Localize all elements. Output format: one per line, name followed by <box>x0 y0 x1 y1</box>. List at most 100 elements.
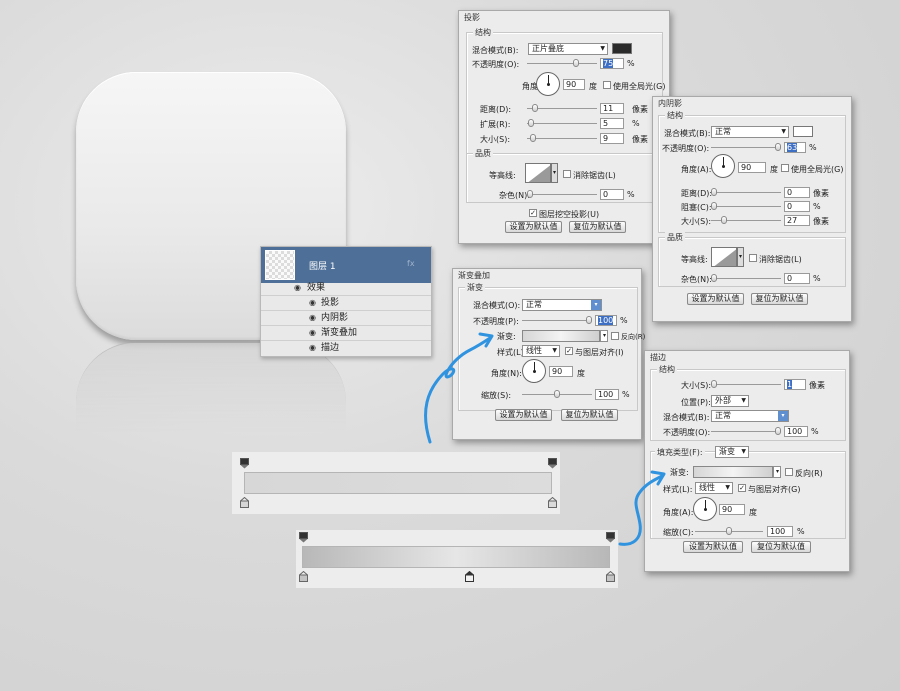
effects-row[interactable]: ◉ 效果 <box>261 281 431 296</box>
size-slider[interactable] <box>710 380 781 389</box>
scale-slider[interactable] <box>522 390 592 399</box>
distance-input[interactable]: 0 <box>784 187 810 198</box>
shadow-color-swatch[interactable] <box>793 126 813 137</box>
effect-gradient-overlay[interactable]: ◉ 渐变叠加 <box>261 326 431 341</box>
contour-dropdown-arrow-icon[interactable]: ▾ <box>737 247 744 267</box>
gradient-bar[interactable] <box>302 546 610 568</box>
slider-thumb[interactable] <box>726 527 732 535</box>
gradient-dropdown[interactable]: ▾ <box>773 466 781 478</box>
angle-input[interactable]: 90 <box>738 162 766 173</box>
distance-slider[interactable] <box>527 104 597 113</box>
choke-slider[interactable] <box>710 202 781 211</box>
reset-default-button[interactable]: 复位为默认值 <box>561 409 618 421</box>
color-stop-icon[interactable] <box>299 571 308 582</box>
align-checkbox[interactable]: ✓ <box>738 484 746 492</box>
size-slider[interactable] <box>711 216 781 225</box>
layer-row-selected[interactable]: 图层 1 fx <box>261 247 431 283</box>
slider-thumb[interactable] <box>775 427 782 435</box>
color-stop-icon[interactable] <box>548 497 557 508</box>
opacity-input[interactable]: 75 <box>600 58 624 69</box>
eye-icon[interactable]: ◉ <box>309 326 316 340</box>
opacity-slider[interactable] <box>711 143 782 152</box>
slider-thumb[interactable] <box>526 190 533 198</box>
fx-icon[interactable]: fx <box>407 259 415 268</box>
opacity-slider[interactable] <box>711 427 782 436</box>
spread-input[interactable]: 5 <box>600 118 624 129</box>
set-default-button[interactable]: 设置为默认值 <box>505 221 562 233</box>
eye-icon[interactable]: ◉ <box>309 311 316 325</box>
slider-thumb[interactable] <box>529 134 536 142</box>
gradient-preview[interactable] <box>522 330 600 342</box>
position-select[interactable]: 外部 ▼ <box>711 395 749 407</box>
effect-inner-shadow[interactable]: ◉ 内阴影 <box>261 311 431 326</box>
blend-mode-select[interactable]: 正常 ▾ <box>711 410 789 422</box>
blend-mode-select[interactable]: 正片叠底 ▼ <box>528 43 608 55</box>
reset-default-button[interactable]: 复位为默认值 <box>751 293 808 305</box>
contour-dropdown-arrow-icon[interactable]: ▾ <box>551 163 558 183</box>
eye-icon[interactable]: ◉ <box>309 296 316 310</box>
gradient-bar[interactable] <box>244 472 552 494</box>
opacity-slider[interactable] <box>522 316 593 325</box>
distance-input[interactable]: 11 <box>600 103 624 114</box>
slider-thumb[interactable] <box>532 104 539 112</box>
align-checkbox[interactable]: ✓ <box>565 347 573 355</box>
noise-input[interactable]: 0 <box>600 189 624 200</box>
opacity-input[interactable]: 100 <box>595 315 617 326</box>
size-input[interactable]: 9 <box>600 133 624 144</box>
slider-thumb[interactable] <box>554 390 560 398</box>
slider-thumb[interactable] <box>586 316 593 324</box>
noise-slider[interactable] <box>710 274 781 283</box>
color-stop-icon[interactable] <box>240 497 249 508</box>
contour-icon[interactable] <box>525 163 551 183</box>
fill-type-select[interactable]: 渐变 ▼ <box>715 446 749 458</box>
angle-input[interactable]: 90 <box>719 504 745 515</box>
reverse-checkbox[interactable] <box>785 468 793 476</box>
noise-slider[interactable] <box>526 190 597 199</box>
set-default-button[interactable]: 设置为默认值 <box>495 409 552 421</box>
opacity-stop-icon[interactable] <box>240 458 249 469</box>
shadow-color-swatch[interactable] <box>612 43 632 54</box>
global-light-checkbox[interactable] <box>603 81 611 89</box>
color-stop-icon[interactable] <box>465 571 474 582</box>
angle-dial-icon[interactable] <box>711 154 735 178</box>
opacity-stop-icon[interactable] <box>299 532 308 543</box>
scale-slider[interactable] <box>695 527 763 536</box>
color-stop-icon[interactable] <box>606 571 615 582</box>
slider-thumb[interactable] <box>720 216 727 224</box>
distance-slider[interactable] <box>710 188 781 197</box>
scale-input[interactable]: 100 <box>595 389 619 400</box>
slider-thumb[interactable] <box>710 202 717 210</box>
reset-default-button[interactable]: 复位为默认值 <box>569 221 626 233</box>
gradient-dropdown[interactable]: ▾ <box>600 330 608 342</box>
opacity-input[interactable]: 100 <box>784 426 808 437</box>
global-light-checkbox[interactable] <box>781 164 789 172</box>
eye-icon[interactable]: ◉ <box>294 281 301 295</box>
knockout-checkbox[interactable]: ✓ <box>529 209 537 217</box>
blend-mode-select[interactable]: 正常 ▼ <box>711 126 789 138</box>
reset-default-button[interactable]: 复位为默认值 <box>751 541 811 553</box>
size-slider[interactable] <box>527 134 597 143</box>
slider-thumb[interactable] <box>710 274 717 282</box>
opacity-slider[interactable] <box>527 59 597 68</box>
set-default-button[interactable]: 设置为默认值 <box>687 293 744 305</box>
slider-thumb[interactable] <box>710 380 717 388</box>
effect-stroke[interactable]: ◉ 描边 <box>261 341 431 356</box>
angle-input[interactable]: 90 <box>563 79 585 90</box>
style-select[interactable]: 线性 ▼ <box>695 482 733 494</box>
slider-thumb[interactable] <box>710 188 717 196</box>
antialias-checkbox[interactable] <box>563 170 571 178</box>
antialias-checkbox[interactable] <box>749 254 757 262</box>
choke-input[interactable]: 0 <box>784 201 810 212</box>
eye-icon[interactable]: ◉ <box>309 341 316 355</box>
opacity-input[interactable]: 63 <box>784 142 806 153</box>
noise-input[interactable]: 0 <box>784 273 810 284</box>
opacity-stop-icon[interactable] <box>548 458 557 469</box>
size-input[interactable]: 27 <box>784 215 810 226</box>
contour-icon[interactable] <box>711 247 737 267</box>
style-select[interactable]: 线性 ▼ <box>522 345 560 357</box>
gradient-preview[interactable] <box>693 466 773 478</box>
slider-thumb[interactable] <box>775 143 782 151</box>
size-input[interactable]: 1 <box>784 379 806 390</box>
angle-input[interactable]: 90 <box>549 366 573 377</box>
spread-slider[interactable] <box>527 119 597 128</box>
